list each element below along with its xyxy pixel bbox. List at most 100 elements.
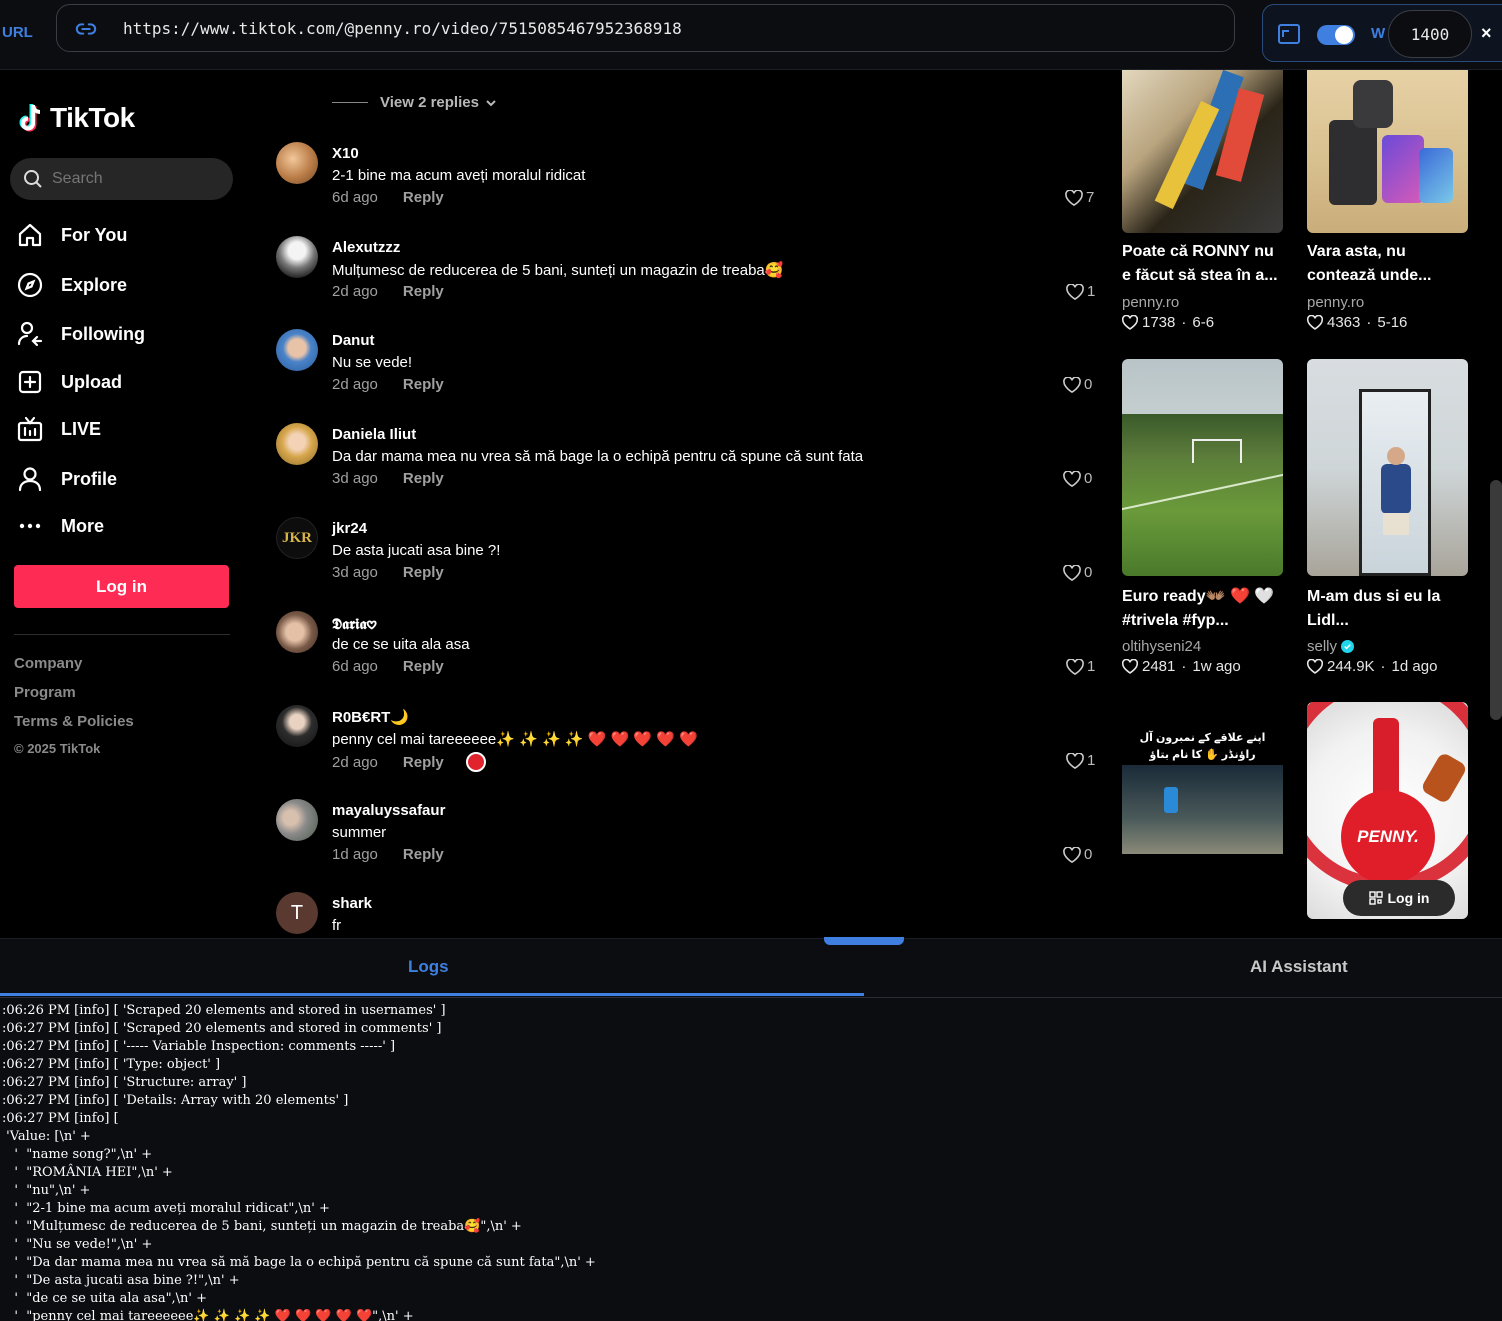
tab-logs[interactable]: Logs <box>408 957 449 977</box>
comment-item: Alexutzzz Mulțumesc de reducerea de 5 ba… <box>248 236 1108 326</box>
reply-button[interactable]: Reply <box>403 376 444 393</box>
tiktok-logo[interactable]: TikTok <box>16 102 135 134</box>
like-button[interactable]: 0 <box>1063 376 1092 393</box>
video-author[interactable]: selly <box>1307 638 1355 655</box>
comment-meta: 2d ago Reply <box>332 283 444 300</box>
footer-link-program[interactable]: Program <box>14 684 76 701</box>
video-likes: 1738 <box>1142 314 1176 331</box>
nav-item-label: For You <box>61 224 128 245</box>
video-stats: 4363 · 5-16 <box>1307 314 1407 331</box>
reply-button[interactable]: Reply <box>403 658 444 675</box>
reply-button[interactable]: Reply <box>403 846 444 863</box>
comment-text: summer <box>332 824 387 841</box>
video-title[interactable]: Vara asta, nu contează unde... <box>1307 240 1469 288</box>
video-thumbnail[interactable] <box>1307 359 1468 576</box>
url-field-container[interactable] <box>56 4 1235 52</box>
comment-meta: 2d ago Reply <box>332 752 486 772</box>
avatar[interactable] <box>276 799 318 841</box>
view-replies-button[interactable]: View 2 replies <box>332 94 498 111</box>
panel-resize-handle[interactable] <box>824 937 904 945</box>
nav-item-explore[interactable]: Explore <box>16 267 236 303</box>
like-count: 0 <box>1084 376 1093 393</box>
reply-button[interactable]: Reply <box>403 189 444 206</box>
like-button[interactable]: 1 <box>1066 658 1095 675</box>
page-scrollbar[interactable] <box>1490 480 1502 720</box>
comment-username[interactable]: jkr24 <box>332 520 367 537</box>
comment-time: 6d ago <box>332 189 378 206</box>
comment-username[interactable]: Daniela Iliut <box>332 426 416 443</box>
log-line: ' "penny cel mai tareeeeee✨ ✨ ✨ ✨ ❤️ ❤️ … <box>2 1309 414 1321</box>
nav-item-live[interactable]: LIVE <box>16 411 236 447</box>
viewport-icon[interactable] <box>1277 23 1301 45</box>
close-icon[interactable]: × <box>1481 23 1492 44</box>
video-title[interactable]: Poate că RONNY nu e făcut să stea în a..… <box>1122 240 1284 288</box>
avatar[interactable] <box>276 705 318 747</box>
tab-ai-assistant[interactable]: AI Assistant <box>1250 957 1348 977</box>
comment-meta: 2d ago Reply <box>332 376 444 393</box>
footer-link-terms[interactable]: Terms & Policies <box>14 713 134 730</box>
video-author[interactable]: penny.ro <box>1307 294 1364 311</box>
suitcase-purple <box>1382 135 1424 203</box>
comment-username[interactable]: Danut <box>332 332 375 349</box>
video-author[interactable]: penny.ro <box>1122 294 1179 311</box>
video-title[interactable]: M-am dus si eu la Lidl... <box>1307 585 1469 633</box>
viewport-toggle[interactable] <box>1317 25 1355 45</box>
like-button[interactable]: 0 <box>1063 846 1092 863</box>
qr-code-icon <box>1368 891 1383 905</box>
video-thumbnail[interactable] <box>1122 359 1283 576</box>
comment-list: View 2 replies X10 2-1 bine ma acum aveț… <box>248 70 1108 938</box>
video-stats: 1738 · 6-6 <box>1122 314 1214 331</box>
video-stats: 244.9K · 1d ago <box>1307 658 1437 675</box>
comment-time: 2d ago <box>332 376 378 393</box>
comment-text: Da dar mama mea nu vrea să mă bage la o … <box>332 448 864 465</box>
nav-item-for-you[interactable]: For You <box>16 217 236 253</box>
like-button[interactable]: 1 <box>1066 752 1095 769</box>
search-input[interactable] <box>52 168 222 190</box>
url-input[interactable] <box>123 15 1213 41</box>
comment-username[interactable]: mayaluyssafaur <box>332 802 445 819</box>
nav-item-following[interactable]: Following <box>16 316 236 352</box>
nav-item-label: LIVE <box>61 418 102 439</box>
login-button[interactable]: Log in <box>14 565 229 608</box>
avatar[interactable] <box>276 329 318 371</box>
comment-username[interactable]: Alexutzzz <box>332 239 400 256</box>
like-button[interactable]: 1 <box>1066 283 1095 300</box>
recommended-videos: Poate că RONNY nu e făcut să stea în a..… <box>1108 70 1502 938</box>
like-button[interactable]: 0 <box>1063 470 1092 487</box>
nav-item-upload[interactable]: Upload <box>16 364 236 400</box>
video-date: 1w ago <box>1192 658 1241 675</box>
reply-button[interactable]: Reply <box>403 283 444 300</box>
search-box[interactable] <box>10 158 233 200</box>
comment-text: penny cel mai tareeeeee✨ ✨ ✨ ✨ ❤️ ❤️ ❤️ … <box>332 731 698 748</box>
comment-item: 𝕯𝖆𝖗𝖎𝖆𖹭 de ce se uita ala asa 6d ago Repl… <box>248 611 1108 701</box>
comment-username[interactable]: 𝕯𝖆𝖗𝖎𝖆𖹭 <box>332 614 377 634</box>
suitcase-black <box>1329 120 1377 205</box>
video-thumbnail[interactable] <box>1122 70 1283 233</box>
like-button[interactable]: 7 <box>1065 189 1094 206</box>
avatar[interactable] <box>276 142 318 184</box>
nav-item-more[interactable]: More <box>16 508 236 544</box>
dot-separator: · <box>1380 658 1386 675</box>
avatar[interactable] <box>276 611 318 653</box>
like-button[interactable]: 0 <box>1063 564 1092 581</box>
reply-button[interactable]: Reply <box>403 564 444 581</box>
comment-username[interactable]: R0B€RT🌙 <box>332 708 409 726</box>
video-title[interactable]: Euro ready👐🏽 ❤️ 🤍 #trivela #fyp... <box>1122 585 1284 633</box>
floating-login-button[interactable]: Log in <box>1343 880 1455 916</box>
avatar[interactable] <box>276 423 318 465</box>
reply-button[interactable]: Reply <box>403 754 444 771</box>
footer-link-company[interactable]: Company <box>14 655 82 672</box>
comment-username[interactable]: shark <box>332 895 372 912</box>
avatar[interactable]: T <box>276 892 318 934</box>
video-thumbnail[interactable] <box>1307 70 1468 233</box>
chevron-down-icon <box>486 99 496 106</box>
video-author[interactable]: oltihyseni24 <box>1122 638 1201 655</box>
video-thumbnail[interactable]: اپنے علاقے کے نمبرون آل راؤنڈر ✋ کا نام … <box>1122 702 1283 919</box>
avatar[interactable] <box>276 236 318 278</box>
link-icon <box>75 23 97 35</box>
comment-username[interactable]: X10 <box>332 145 359 162</box>
nav-item-profile[interactable]: Profile <box>16 461 236 497</box>
avatar[interactable]: JKR <box>276 517 318 559</box>
reply-button[interactable]: Reply <box>403 470 444 487</box>
width-input[interactable] <box>1388 10 1472 58</box>
